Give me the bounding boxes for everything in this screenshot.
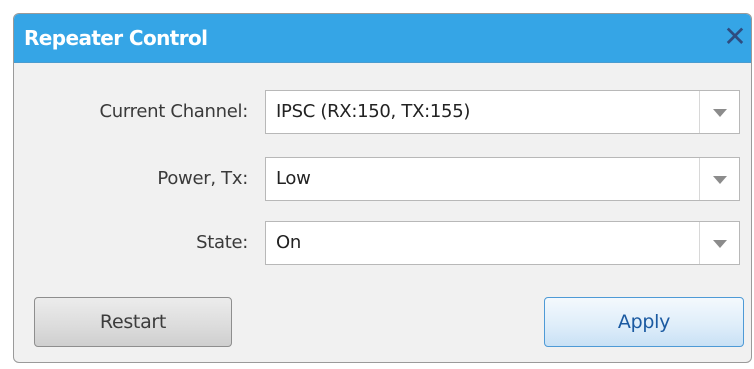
current-channel-dropdown-button[interactable] bbox=[699, 91, 739, 133]
state-value: On bbox=[276, 232, 301, 253]
state-label: State: bbox=[196, 232, 248, 253]
current-channel-label: Current Channel: bbox=[99, 101, 249, 122]
dialog-titlebar: Repeater Control ✕ bbox=[14, 14, 751, 63]
state-select[interactable]: On bbox=[265, 221, 740, 265]
power-tx-dropdown-button[interactable] bbox=[699, 158, 739, 200]
current-channel-select[interactable]: IPSC (RX:150, TX:155) bbox=[265, 90, 740, 134]
apply-button[interactable]: Apply bbox=[544, 297, 744, 347]
current-channel-row: Current Channel: IPSC (RX:150, TX:155) bbox=[14, 90, 751, 134]
power-tx-value: Low bbox=[276, 168, 311, 189]
repeater-control-dialog: Repeater Control ✕ Current Channel: IPSC… bbox=[13, 13, 752, 363]
restart-button[interactable]: Restart bbox=[34, 297, 232, 347]
current-channel-value: IPSC (RX:150, TX:155) bbox=[276, 101, 471, 122]
power-tx-row: Power, Tx: Low bbox=[14, 157, 751, 201]
chevron-down-icon bbox=[713, 109, 727, 117]
state-row: State: On bbox=[14, 221, 751, 265]
dialog-title: Repeater Control bbox=[24, 26, 208, 50]
close-icon[interactable]: ✕ bbox=[721, 23, 749, 51]
state-dropdown-button[interactable] bbox=[699, 222, 739, 264]
power-tx-label: Power, Tx: bbox=[157, 168, 248, 189]
chevron-down-icon bbox=[713, 176, 727, 184]
power-tx-select[interactable]: Low bbox=[265, 157, 740, 201]
chevron-down-icon bbox=[713, 240, 727, 248]
